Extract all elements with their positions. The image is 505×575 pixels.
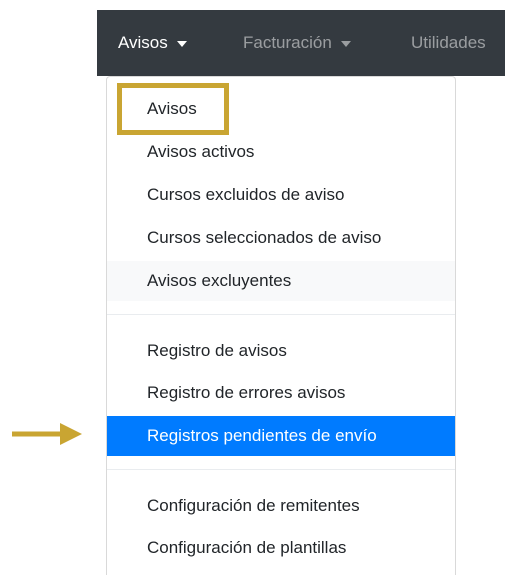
dropdown-item-config-plantillas[interactable]: Configuración de plantillas bbox=[107, 528, 455, 568]
dropdown-item-cursos-seleccionados[interactable]: Cursos seleccionados de aviso bbox=[107, 218, 455, 258]
nav-dropdown-utilidades[interactable]: Utilidades bbox=[411, 10, 486, 76]
dropdown-item-avisos-activos[interactable]: Avisos activos bbox=[107, 132, 455, 172]
dropdown-item-label: Configuración de plantillas bbox=[147, 538, 347, 557]
top-navbar: Avisos Facturación Utilidades bbox=[97, 10, 505, 76]
nav-facturacion-label: Facturación bbox=[243, 33, 332, 52]
avisos-dropdown-menu: Avisos Avisos activos Cursos excluidos d… bbox=[106, 76, 456, 575]
dropdown-item-label: Avisos activos bbox=[147, 142, 255, 161]
dropdown-item-registros-pendientes[interactable]: Registros pendientes de envío bbox=[107, 416, 455, 456]
dropdown-item-label: Registro de avisos bbox=[147, 341, 287, 360]
caret-down-icon bbox=[340, 41, 351, 47]
dropdown-item-label: Registros pendientes de envío bbox=[147, 426, 377, 445]
arrow-right-icon bbox=[12, 423, 82, 445]
dropdown-divider bbox=[107, 469, 455, 470]
screenshot-stage: Avisos Facturación Utilidades Avisos Avi… bbox=[0, 0, 505, 575]
dropdown-item-label: Configuración de remitentes bbox=[147, 496, 360, 515]
dropdown-item-registro-errores[interactable]: Registro de errores avisos bbox=[107, 373, 455, 413]
dropdown-item-config-remitentes[interactable]: Configuración de remitentes bbox=[107, 486, 455, 526]
nav-dropdown-facturacion[interactable]: Facturación bbox=[243, 10, 351, 76]
dropdown-item-label: Avisos excluyentes bbox=[147, 271, 292, 290]
dropdown-divider bbox=[107, 314, 455, 315]
dropdown-item-cursos-excluidos[interactable]: Cursos excluidos de aviso bbox=[107, 175, 455, 215]
nav-avisos-label: Avisos bbox=[118, 33, 168, 52]
nav-dropdown-avisos[interactable]: Avisos bbox=[118, 10, 187, 76]
dropdown-item-label: Cursos excluidos de aviso bbox=[147, 185, 345, 204]
dropdown-item-label: Cursos seleccionados de aviso bbox=[147, 228, 382, 247]
dropdown-item-label: Avisos bbox=[147, 99, 197, 118]
caret-down-icon bbox=[176, 41, 187, 47]
dropdown-item-avisos[interactable]: Avisos bbox=[107, 89, 455, 129]
dropdown-item-registro-avisos[interactable]: Registro de avisos bbox=[107, 331, 455, 371]
nav-utilidades-label: Utilidades bbox=[411, 33, 486, 52]
dropdown-item-avisos-excluyentes[interactable]: Avisos excluyentes bbox=[107, 261, 455, 301]
dropdown-item-label: Registro de errores avisos bbox=[147, 383, 346, 402]
